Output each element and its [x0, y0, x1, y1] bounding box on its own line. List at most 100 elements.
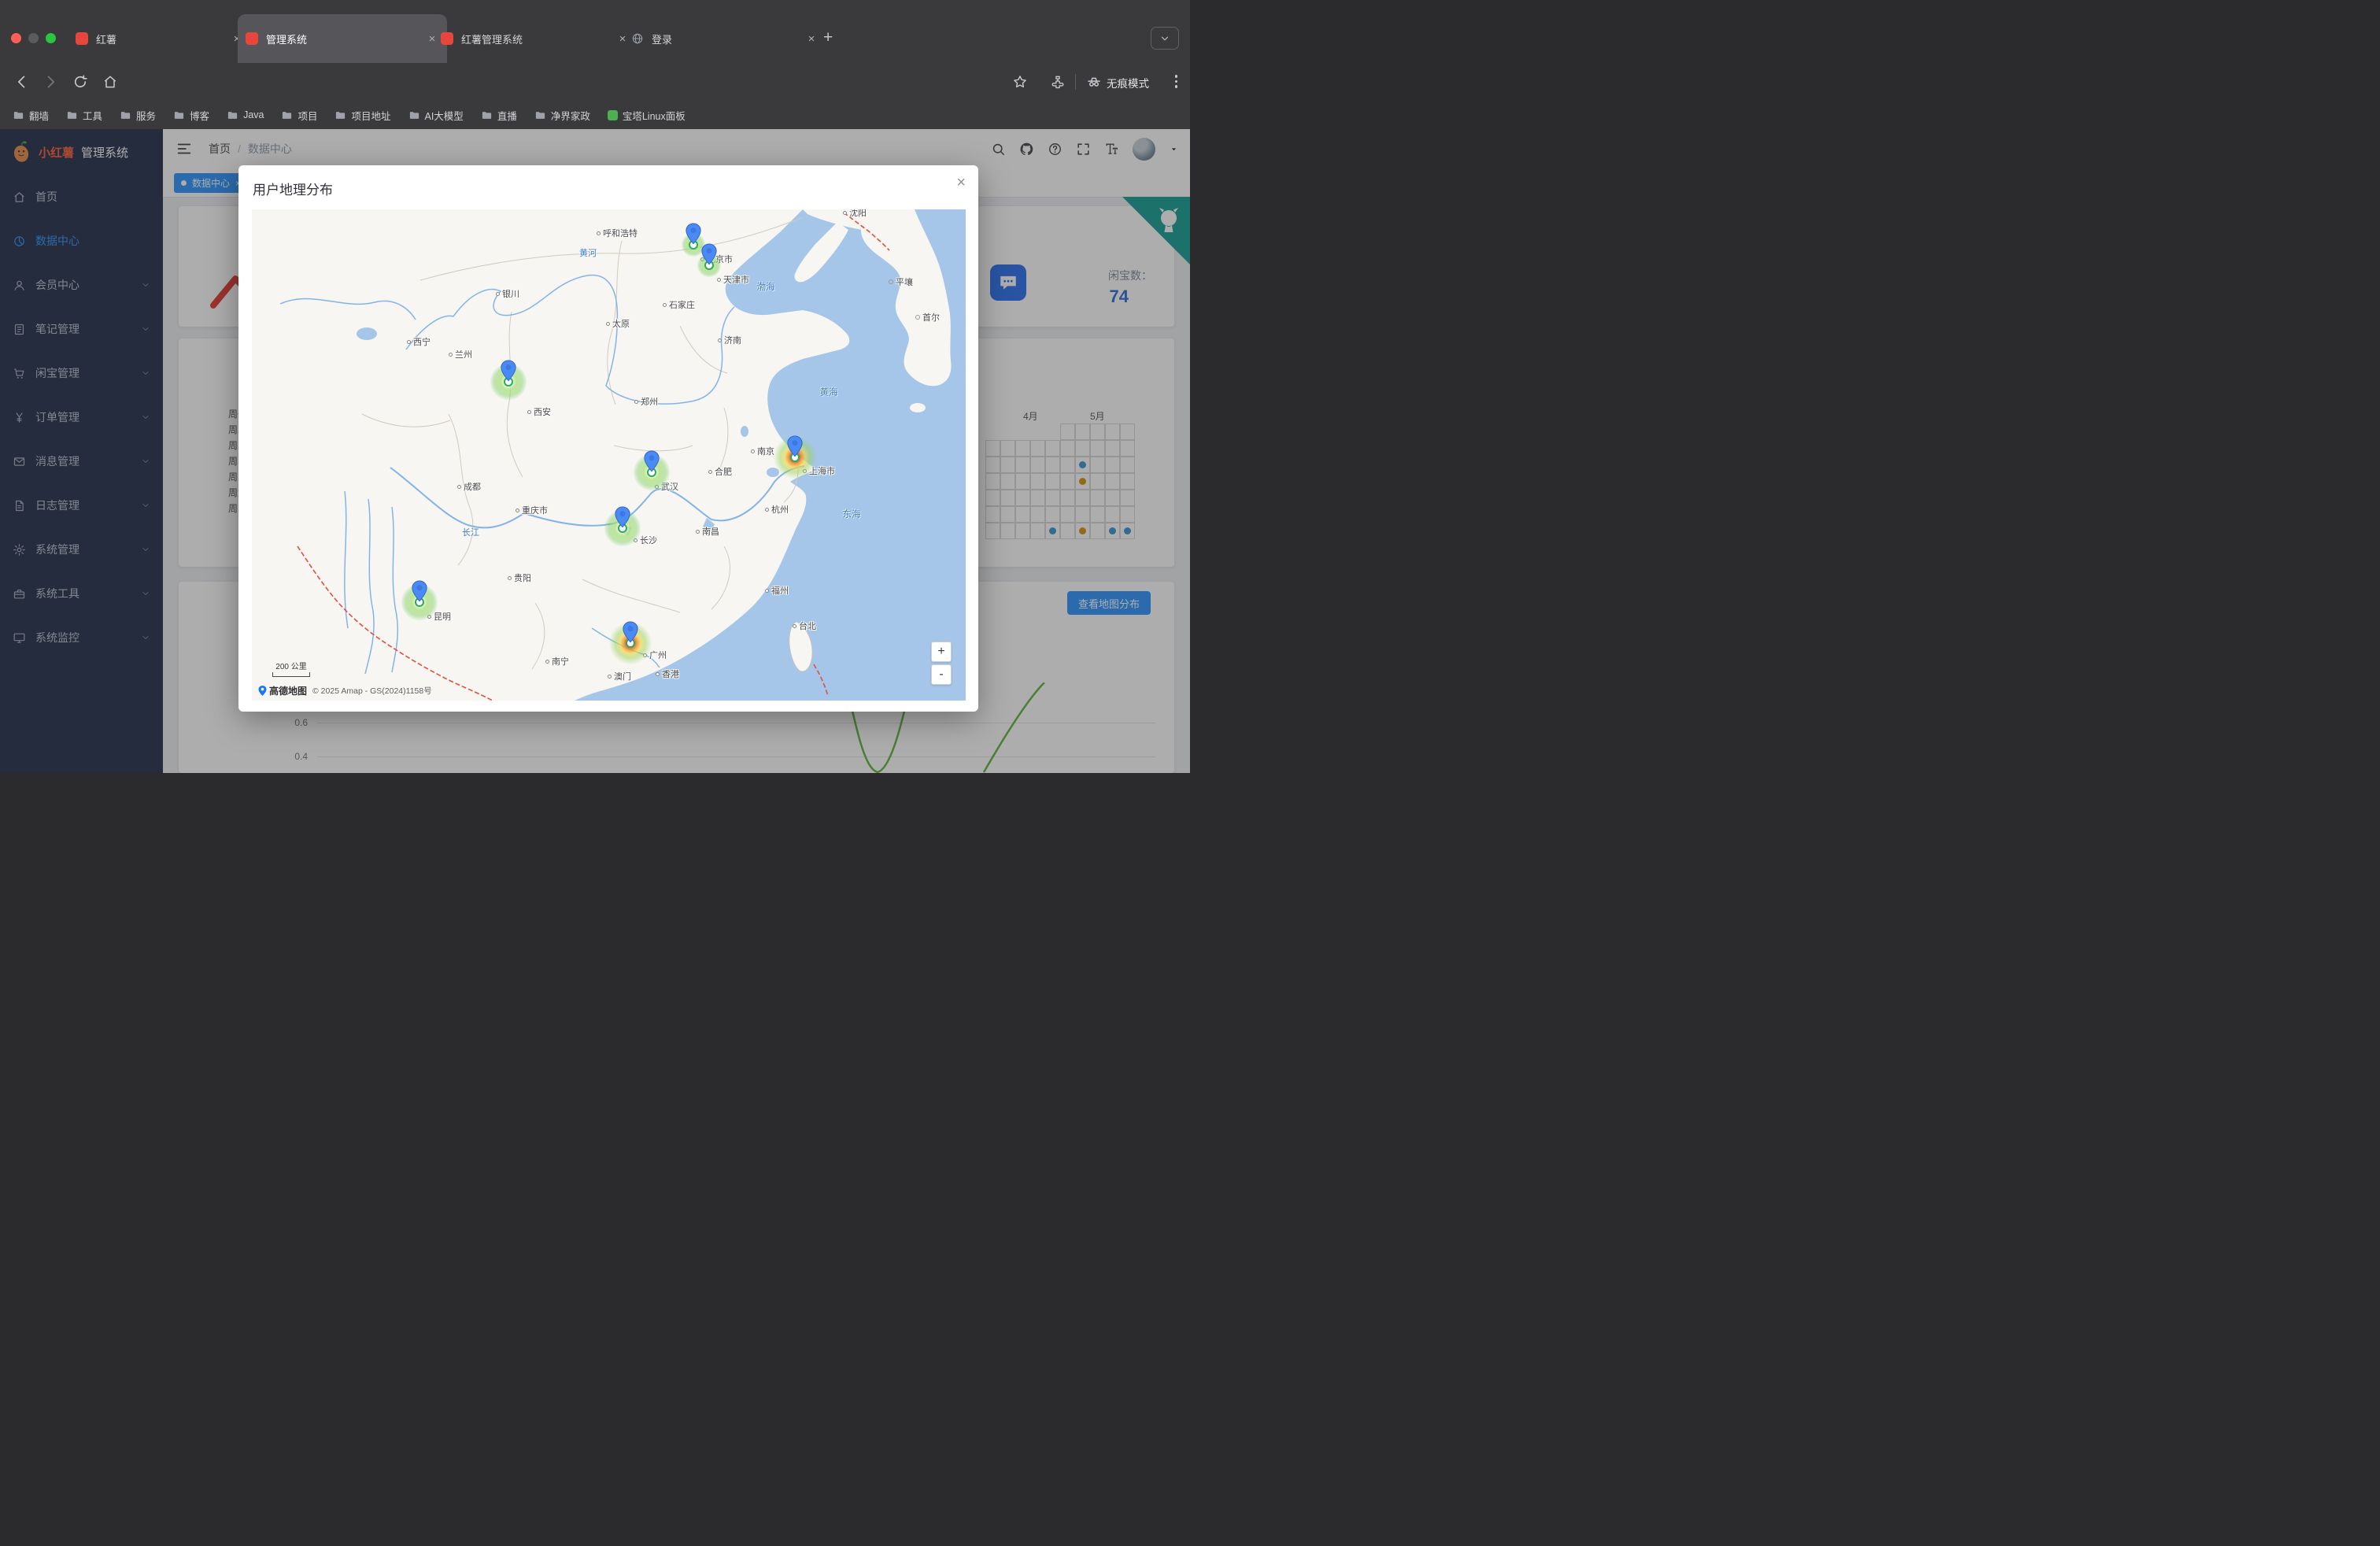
attribution-text: © 2025 Amap - GS(2024)1158号: [312, 685, 432, 697]
bookmark-label: 直播: [497, 108, 517, 123]
incognito-label: 无痕模式: [1107, 75, 1149, 91]
bookmark-item[interactable]: 翻墙: [13, 108, 49, 123]
map-city-label: 香港: [656, 668, 679, 680]
city-dot-icon: [527, 410, 531, 414]
site-favicon: [76, 32, 88, 45]
map-geography: [252, 209, 966, 701]
map-pin-icon[interactable]: [623, 621, 639, 643]
map-pin-icon[interactable]: [686, 223, 702, 245]
city-name: 石家庄: [669, 298, 695, 311]
close-window-button[interactable]: [11, 33, 21, 43]
city-dot-icon: [545, 660, 549, 664]
screen: { "browser": { "tabs": [ {"label": "红薯",…: [0, 0, 1190, 773]
browser-tab[interactable]: 红薯管理系统×: [433, 14, 638, 63]
bookmark-item[interactable]: Java: [227, 109, 264, 121]
map-city-label: 平壤: [889, 276, 913, 288]
map-pin-icon[interactable]: [787, 435, 804, 457]
city-dot-icon: [449, 353, 453, 357]
globe-favicon: [631, 32, 644, 45]
map-city-label: 天津市: [717, 273, 749, 286]
toolbar-divider: [1075, 74, 1076, 90]
bookmark-item[interactable]: AI大模型: [408, 108, 464, 123]
bookmark-item[interactable]: 直播: [481, 108, 517, 123]
dialog-close-icon[interactable]: ×: [956, 174, 966, 192]
map-city-label: 合肥: [708, 465, 732, 478]
map-pin-icon[interactable]: [701, 243, 718, 265]
city-name: 澳门: [614, 670, 631, 682]
bookmark-item[interactable]: 宝塔Linux面板: [608, 108, 686, 123]
city-name: 杭州: [771, 503, 789, 516]
city-name: 呼和浩特: [603, 227, 638, 239]
map-city-label: 南昌: [696, 525, 719, 538]
map-city-label: 澳门: [608, 670, 631, 682]
forward-icon[interactable]: [42, 74, 58, 90]
bookmark-item[interactable]: 博客: [173, 108, 209, 123]
folder-icon: [334, 109, 346, 121]
map-pin-icon[interactable]: [412, 580, 428, 602]
browser-tab[interactable]: 登录×: [623, 14, 826, 63]
china-map[interactable]: 呼和浩特沈阳北京市天津市石家庄太原济南银川西宁兰州西安郑州南京合肥上海市武汉成都…: [252, 209, 966, 701]
traffic-lights: [11, 33, 56, 43]
map-city-label: 南宁: [545, 655, 569, 668]
bookmark-item[interactable]: 工具: [66, 108, 102, 123]
folder-icon: [281, 109, 293, 121]
zoom-in-button[interactable]: +: [931, 642, 952, 662]
map-city-label: 西安: [527, 405, 551, 418]
map-city-label: 石家庄: [663, 298, 695, 311]
browser-menu-icon[interactable]: [1175, 75, 1178, 88]
city-dot-icon: [656, 672, 660, 676]
new-tab-button[interactable]: +: [823, 28, 833, 47]
baota-icon: [608, 110, 618, 120]
map-city-label: 贵阳: [508, 571, 531, 584]
zoom-out-button[interactable]: -: [931, 664, 952, 685]
city-name: 郑州: [641, 395, 658, 408]
city-dot-icon: [751, 449, 755, 453]
map-city-label: 南京: [751, 445, 774, 457]
city-dot-icon: [606, 322, 610, 326]
scale-label: 200 公里: [275, 663, 306, 671]
site-favicon: [441, 32, 453, 45]
city-name: 昆明: [434, 610, 451, 623]
bookmark-star-icon[interactable]: [1012, 74, 1028, 90]
city-name: 香港: [662, 668, 679, 680]
tab-title: 红薯管理系统: [461, 31, 609, 46]
site-favicon: [246, 32, 258, 45]
user-geo-dialog: 用户地理分布 ×: [238, 165, 978, 712]
folder-icon: [534, 109, 546, 121]
city-name: 福州: [771, 584, 789, 597]
bookmark-label: 博客: [190, 108, 209, 123]
minimize-window-button[interactable]: [28, 33, 39, 43]
bookmark-label: 净界家政: [551, 108, 590, 123]
city-name: 台北: [799, 620, 816, 632]
home-icon[interactable]: [102, 74, 118, 90]
back-icon[interactable]: [14, 74, 30, 90]
map-attribution: 高德地图 © 2025 Amap - GS(2024)1158号: [258, 684, 432, 697]
browser-tab[interactable]: 管理系统×: [238, 14, 447, 63]
bookmark-item[interactable]: 服务: [120, 108, 156, 123]
city-dot-icon: [843, 211, 847, 215]
map-city-label: 济南: [718, 334, 741, 346]
zoom-window-button[interactable]: [46, 33, 56, 43]
bookmark-item[interactable]: 净界家政: [534, 108, 590, 123]
bookmark-item[interactable]: 项目: [281, 108, 317, 123]
tab-close-icon[interactable]: ×: [804, 32, 819, 46]
bookmark-item[interactable]: 项目地址: [334, 108, 390, 123]
folder-icon: [227, 109, 238, 121]
map-city-label: 沈阳: [843, 209, 867, 219]
river-label: 长江: [462, 526, 479, 538]
city-name: 济南: [724, 334, 741, 346]
map-pin-icon[interactable]: [615, 506, 631, 528]
city-name: 银川: [502, 287, 519, 300]
city-dot-icon: [608, 675, 612, 679]
reload-icon[interactable]: [72, 74, 88, 90]
folder-icon: [120, 109, 131, 121]
city-dot-icon: [718, 338, 722, 342]
browser-tab[interactable]: 红薯×: [68, 14, 252, 63]
map-pin-icon[interactable]: [644, 450, 660, 472]
map-pin-icon[interactable]: [501, 360, 517, 382]
tab-search-button[interactable]: [1151, 27, 1179, 50]
extensions-icon[interactable]: [1050, 74, 1066, 90]
bookmarks-bar: 翻墙 工具 服务 博客 Java 项目 项目地址 AI大模型 直播 净界家政 宝塔Linux面板: [0, 101, 1190, 129]
city-dot-icon: [915, 315, 920, 320]
dialog-title: 用户地理分布: [253, 179, 333, 198]
